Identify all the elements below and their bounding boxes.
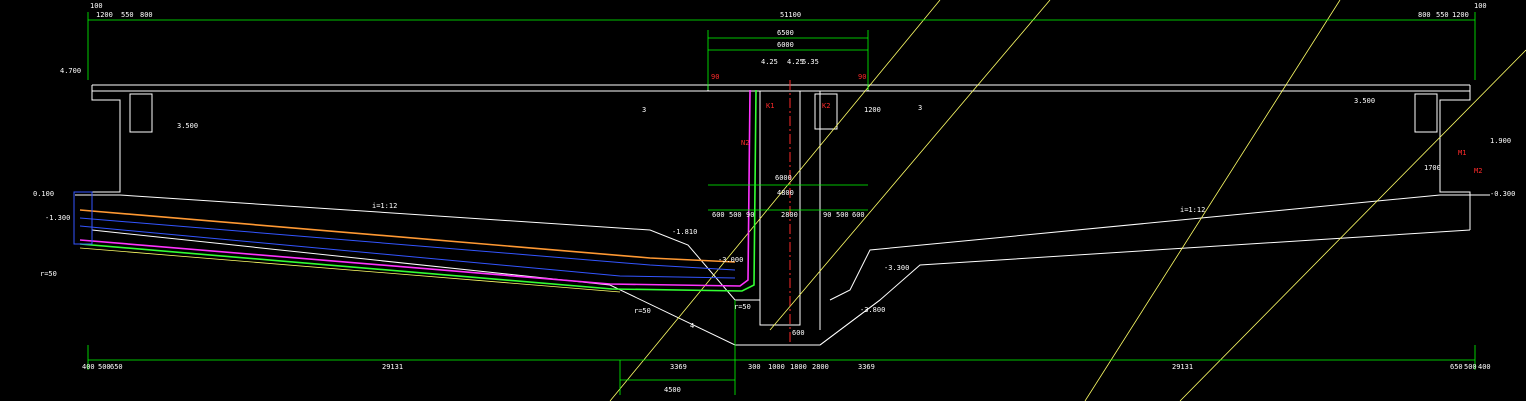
dim-90c: 90 [746, 211, 754, 219]
pipe-blue-1 [79, 217, 736, 271]
dim-bottom-1000: 1000 [768, 363, 785, 371]
dim-535: 5.35 [802, 58, 819, 66]
dim-6500: 6500 [777, 29, 794, 37]
dim-bottom-500b: 500 [1464, 363, 1477, 371]
dimension-lines [87, 12, 1476, 395]
level-left-1: 3.500 [177, 122, 198, 130]
dim-bottom-400a: 400 [82, 363, 95, 371]
dim-bottom-2800: 2800 [812, 363, 829, 371]
dim-1700-vert: 1700 [1424, 164, 1441, 172]
dim-bottom-300: 300 [748, 363, 761, 371]
dim-right-800: 800 [1418, 11, 1431, 19]
level-left-3: -1.300 [45, 214, 70, 222]
slope-left: i=1:12 [372, 202, 397, 210]
dim-500a: 500 [729, 211, 742, 219]
label-n2: N2 [741, 139, 749, 147]
dim-right-100: 100 [1474, 2, 1487, 10]
dim-bottom-1800: 1800 [790, 363, 807, 371]
dim-1200-vert: 1200 [864, 106, 881, 114]
dim-425a: 4.25 [761, 58, 778, 66]
dim-bottom-29131b: 29131 [1172, 363, 1193, 371]
dim-4800: 4800 [777, 189, 794, 197]
section-mark-3b: 3 [918, 104, 922, 112]
section-mark-4: 4 [690, 322, 694, 330]
dim-right-1200: 1200 [1452, 11, 1469, 19]
level-right-4: -3.300 [884, 264, 909, 272]
pipe-runs [73, 89, 757, 293]
radius-left: r=50 [40, 270, 57, 278]
dim-2800: 2800 [781, 211, 798, 219]
level-right-2: 1.900 [1490, 137, 1511, 145]
dim-600-vert: 600 [792, 329, 805, 337]
cad-section-drawing: 100 1200 550 800 51100 800 550 1200 100 … [0, 0, 1526, 401]
dim-bottom-400b: 400 [1478, 363, 1491, 371]
level-left-top: 4.700 [60, 67, 81, 75]
dim-600b: 600 [852, 211, 865, 219]
dim-6000-mid: 6000 [775, 174, 792, 182]
dim-left-550: 550 [121, 11, 134, 19]
bottom-dimensions: 400 500 650 29131 3369 300 1000 1800 280… [40, 270, 1491, 394]
level-right-3: -0.300 [1490, 190, 1515, 198]
top-dimensions: 100 1200 550 800 51100 800 550 1200 100 [90, 2, 1487, 19]
level-left-4: -1.810 [672, 228, 697, 236]
dim-right-550: 550 [1436, 11, 1449, 19]
dim-500b: 500 [836, 211, 849, 219]
level-left-2: 0.100 [33, 190, 54, 198]
reference-labels: K1 K2 N2 M1 M2 3 3 4 [642, 102, 1482, 330]
label-k2: K2 [822, 102, 830, 110]
pipe-yellow [79, 247, 621, 293]
dim-bottom-500a: 500 [98, 363, 111, 371]
dim-bottom-4500: 4500 [664, 386, 681, 394]
radius-center: r=50 [734, 303, 751, 311]
dim-left-1200: 1200 [96, 11, 113, 19]
slope-right: i=1:12 [1180, 206, 1205, 214]
label-k1: K1 [766, 102, 774, 110]
dim-600a: 600 [712, 211, 725, 219]
level-right-1: 3.500 [1354, 97, 1375, 105]
dim-bottom-29131a: 29131 [382, 363, 403, 371]
dim-left-100: 100 [90, 2, 103, 10]
dim-90b: 90 [858, 73, 866, 81]
label-m2: M2 [1474, 167, 1482, 175]
construction-lines [609, 0, 1526, 401]
dim-bottom-3369a: 3369 [670, 363, 687, 371]
dim-90a: 90 [711, 73, 719, 81]
dim-bottom-650b: 650 [1450, 363, 1463, 371]
radius-center-left: r=50 [634, 307, 651, 315]
dim-total-51100: 51100 [780, 11, 801, 19]
dim-left-800: 800 [140, 11, 153, 19]
level-center-bottom: -3.800 [860, 306, 885, 314]
level-center: -3.000 [718, 256, 743, 264]
pipe-orange [79, 209, 736, 263]
label-m1: M1 [1458, 149, 1466, 157]
dim-bottom-3369b: 3369 [858, 363, 875, 371]
section-mark-3a: 3 [642, 106, 646, 114]
pipe-green [79, 89, 757, 292]
dim-6000-top: 6000 [777, 41, 794, 49]
dim-bottom-650a: 650 [110, 363, 123, 371]
dim-90d: 90 [823, 211, 831, 219]
